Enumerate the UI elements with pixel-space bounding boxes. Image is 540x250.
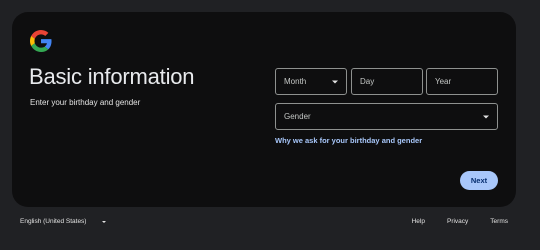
language-select[interactable]: English (United States) bbox=[20, 218, 107, 225]
month-select-label: Month bbox=[284, 77, 307, 86]
footer-links: Help Privacy Terms bbox=[412, 218, 508, 225]
privacy-link[interactable]: Privacy bbox=[447, 218, 468, 225]
day-field-placeholder: Day bbox=[360, 77, 375, 86]
chevron-down-icon bbox=[483, 115, 489, 118]
footer: English (United States) Help Privacy Ter… bbox=[0, 212, 540, 232]
why-we-ask-link[interactable]: Why we ask for your birthday and gender bbox=[275, 136, 422, 145]
chevron-down-icon bbox=[332, 80, 338, 83]
year-field[interactable]: Year bbox=[426, 68, 498, 95]
day-field[interactable]: Day bbox=[351, 68, 423, 95]
signup-card: Basic information Enter your birthday an… bbox=[12, 12, 516, 207]
help-link[interactable]: Help bbox=[412, 218, 425, 225]
google-logo-icon bbox=[30, 30, 52, 52]
month-select[interactable]: Month bbox=[275, 68, 347, 95]
next-button[interactable]: Next bbox=[460, 171, 498, 190]
page-subtitle: Enter your birthday and gender bbox=[30, 98, 141, 107]
gender-select[interactable]: Gender bbox=[275, 103, 498, 130]
gender-select-label: Gender bbox=[284, 112, 311, 121]
year-field-placeholder: Year bbox=[435, 77, 452, 86]
terms-link[interactable]: Terms bbox=[490, 218, 508, 225]
language-label: English (United States) bbox=[20, 218, 87, 225]
chevron-down-icon bbox=[102, 220, 107, 223]
page-title: Basic information bbox=[29, 64, 195, 89]
